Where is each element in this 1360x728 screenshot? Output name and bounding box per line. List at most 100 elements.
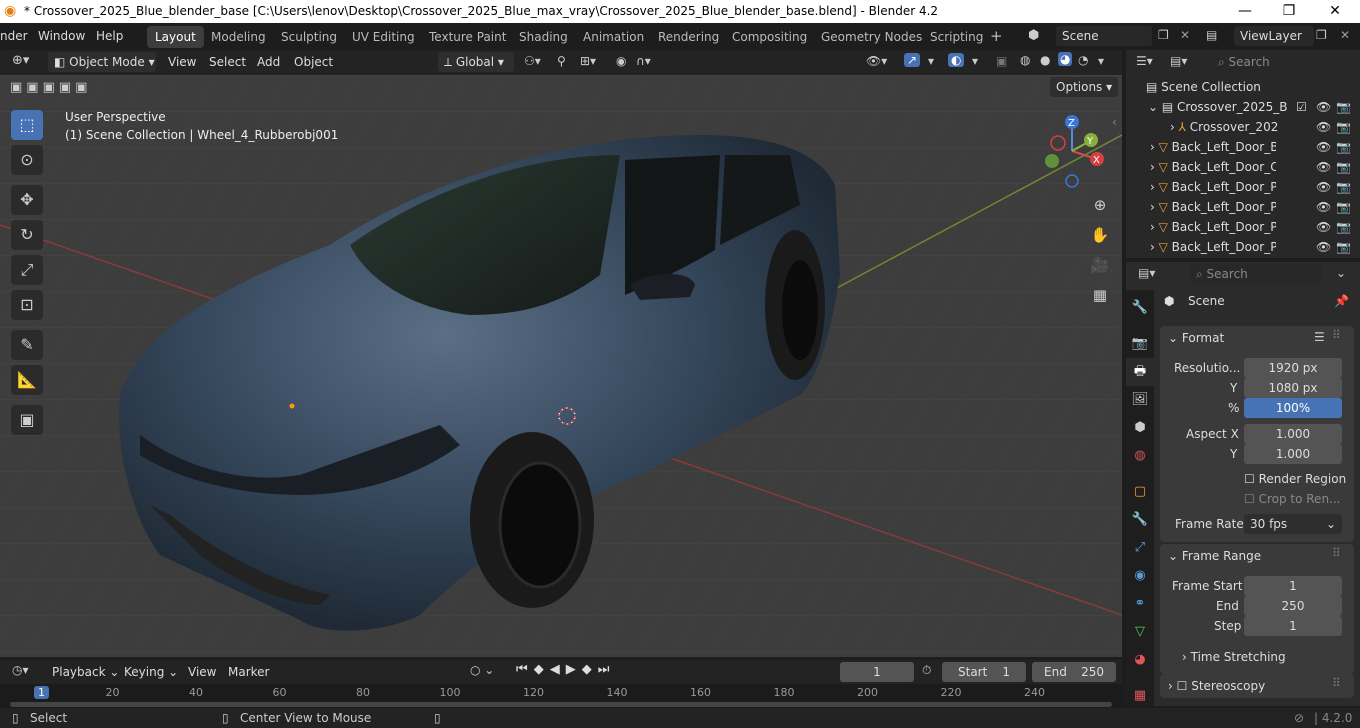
object-mode-dropdown[interactable]: ◧ Object Mode ▾ (48, 52, 156, 72)
eye-icon[interactable]: 👁 (1316, 177, 1331, 197)
xray-icon[interactable]: ▣ (996, 54, 1007, 68)
eye-icon[interactable]: 👁 (1316, 237, 1331, 257)
gizmo-toggle-icon[interactable]: ↗ (904, 53, 921, 67)
object-menu[interactable]: Object (288, 52, 339, 72)
tab-geometry-nodes[interactable]: Geometry Nodes (813, 26, 930, 48)
render-tab-icon[interactable]: 📷 (1126, 330, 1154, 358)
stereoscopy-header[interactable]: › ☐ Stereoscopy (1168, 676, 1265, 696)
drag-handle-icon[interactable]: ⠿ (1332, 328, 1341, 342)
shading-dropdown-icon[interactable]: ▾ (1098, 54, 1104, 68)
tab-uv-editing[interactable]: UV Editing (344, 26, 423, 48)
display-mode-icon[interactable]: ▤▾ (1170, 54, 1187, 68)
properties-options-icon[interactable]: ⌄ (1336, 266, 1346, 280)
resolution-percent-slider[interactable]: 100% (1244, 398, 1342, 418)
constraints-tab-icon[interactable]: ⚭ (1126, 590, 1154, 618)
expand-arrow-icon[interactable]: › (1150, 160, 1159, 174)
outliner-collection-row[interactable]: ⌄ ▤ Crossover_2025_B ☑ 👁 📷 (1148, 97, 1358, 117)
transform-orientation-dropdown[interactable]: ⟂ Global ▾ (438, 52, 514, 72)
timeline-ruler[interactable]: 1 20 40 60 80 100 120 140 160 180 200 220 240 (0, 684, 1122, 708)
properties-editor-type-icon[interactable]: ▤▾ (1138, 266, 1155, 280)
expand-arrow-icon[interactable]: › (1150, 180, 1159, 194)
render-camera-icon[interactable]: 📷 (1336, 97, 1351, 117)
select-box-tool-icon[interactable]: ⬚ (11, 110, 43, 140)
drag-handle-icon[interactable]: ⠿ (1332, 546, 1341, 560)
tab-compositing[interactable]: Compositing (724, 26, 815, 48)
frame-end-field[interactable]: 250 (1244, 596, 1342, 616)
scene-selector[interactable]: Scene (1056, 26, 1152, 46)
eye-icon[interactable]: 👁 (1316, 197, 1331, 217)
texture-tab-icon[interactable]: ▦ (1126, 682, 1154, 710)
frame-rate-dropdown[interactable]: 30 fps ⌄ (1244, 514, 1342, 534)
eye-icon[interactable]: 👁 (1316, 217, 1331, 237)
timeline-editor-type-icon[interactable]: ◷▾ (12, 663, 29, 677)
expand-arrow-icon[interactable]: › (1150, 220, 1159, 234)
timeline-scrollbar[interactable] (10, 702, 1112, 707)
checkbox-icon[interactable]: ☐ (1177, 679, 1192, 693)
render-camera-icon[interactable]: 📷 (1336, 197, 1351, 217)
outliner-item[interactable]: › ▽ Back_Left_Door_Pla 👁📷 (1150, 197, 1356, 217)
camera-view-icon[interactable]: 🎥 (1088, 253, 1112, 277)
proportional-edit-icon[interactable]: ◉ (616, 54, 626, 68)
annotate-tool-icon[interactable]: ✎ (11, 330, 43, 360)
tab-modeling[interactable]: Modeling (203, 26, 274, 48)
data-tab-icon[interactable]: ▽ (1126, 618, 1154, 646)
options-dropdown[interactable]: Options ▾ (1050, 77, 1119, 97)
add-menu[interactable]: Add (251, 52, 286, 72)
new-scene-icon[interactable]: ❐ (1158, 28, 1169, 42)
pin-icon[interactable]: 📌 (1334, 294, 1349, 308)
eye-icon[interactable]: 👁 (1316, 117, 1331, 137)
measure-tool-icon[interactable]: 📐 (11, 365, 43, 395)
tool-tab-icon[interactable]: 🔧 (1126, 294, 1154, 322)
falloff-icon[interactable]: ∩▾ (636, 54, 651, 68)
outliner-item[interactable]: › ▽ Back_Left_Door_Bo 👁 📷 (1150, 137, 1356, 157)
playback-controls[interactable]: ⏮◆◀▶◆⏭ (516, 662, 615, 677)
presets-icon[interactable]: ☰ (1314, 330, 1325, 344)
new-view-layer-icon[interactable]: ❐ (1316, 28, 1327, 42)
scene-tab-icon[interactable]: ⬢ (1126, 414, 1154, 442)
tab-texture-paint[interactable]: Texture Paint (421, 26, 514, 48)
material-shading-icon[interactable]: ◕ (1058, 52, 1073, 66)
outliner-editor-type-icon[interactable]: ☰▾ (1136, 54, 1153, 68)
play-reverse-icon[interactable]: ◀ (550, 662, 566, 677)
render-camera-icon[interactable]: 📷 (1336, 137, 1351, 157)
format-panel-header[interactable]: ⌄ Format (1168, 328, 1224, 348)
expand-arrow-icon[interactable]: › (1150, 200, 1159, 214)
selection-mode-icons[interactable]: ▣▣▣▣▣ (10, 80, 91, 95)
time-stretching-subpanel[interactable]: › Time Stretching (1182, 647, 1286, 667)
aspect-x-field[interactable]: 1.000 (1244, 424, 1342, 444)
prev-keyframe-icon[interactable]: ◆ (534, 662, 550, 677)
keying-menu[interactable]: Keying ⌄ (118, 662, 184, 682)
drag-handle-icon[interactable]: ⠿ (1332, 676, 1341, 690)
eye-icon[interactable]: 👁 (1316, 137, 1331, 157)
scale-tool-icon[interactable]: ⤢ (11, 255, 43, 285)
particles-tab-icon[interactable]: ⤢ (1126, 534, 1154, 562)
solid-shading-icon[interactable]: ● (1040, 53, 1050, 67)
outliner-item[interactable]: › ▽ Back_Left_Door_Clc 👁📷 (1150, 157, 1356, 177)
frame-start-field[interactable]: 1 (1244, 576, 1342, 596)
pivot-icon[interactable]: ⚇▾ (524, 54, 541, 68)
outliner-search-input[interactable]: ⌕ Search (1212, 52, 1352, 72)
tab-layout[interactable]: Layout (147, 26, 204, 48)
render-camera-icon[interactable]: 📷 (1336, 217, 1351, 237)
minimize-icon[interactable]: — (1222, 0, 1268, 23)
resolution-y-field[interactable]: 1080 px (1244, 378, 1342, 398)
next-keyframe-icon[interactable]: ◆ (582, 662, 598, 677)
snap-icon[interactable]: ⚲ (557, 54, 566, 68)
tab-sculpting[interactable]: Sculpting (273, 26, 345, 48)
maximize-icon[interactable]: ❐ (1266, 0, 1312, 23)
expand-arrow-icon[interactable]: ⌄ (1148, 100, 1162, 114)
eye-icon[interactable]: 👁 (1316, 97, 1331, 117)
stereoscopy-panel[interactable]: › ☐ Stereoscopy ⠿ (1160, 674, 1354, 698)
add-workspace-icon[interactable]: + (990, 27, 1003, 45)
frame-range-panel-header[interactable]: ⌄ Frame Range (1168, 546, 1261, 566)
transform-tool-icon[interactable]: ⊡ (11, 290, 43, 320)
auto-keying-icon[interactable]: ○ ⌄ (470, 663, 494, 677)
playhead[interactable]: 1 (34, 686, 49, 699)
outliner-root-row[interactable]: ▤ Scene Collection (1146, 77, 1261, 97)
3d-viewport[interactable]: ⬚ ⊙ ✥ ↻ ⤢ ⊡ ✎ 📐 ▣ ▣▣▣▣▣ Options ▾ User P… (0, 75, 1122, 657)
view-menu[interactable]: View (162, 52, 202, 72)
delete-view-layer-icon[interactable]: ✕ (1340, 28, 1350, 42)
menu-help[interactable]: Help (96, 23, 123, 50)
eye-icon[interactable]: 👁 (1316, 157, 1331, 177)
play-icon[interactable]: ▶ (566, 662, 582, 677)
